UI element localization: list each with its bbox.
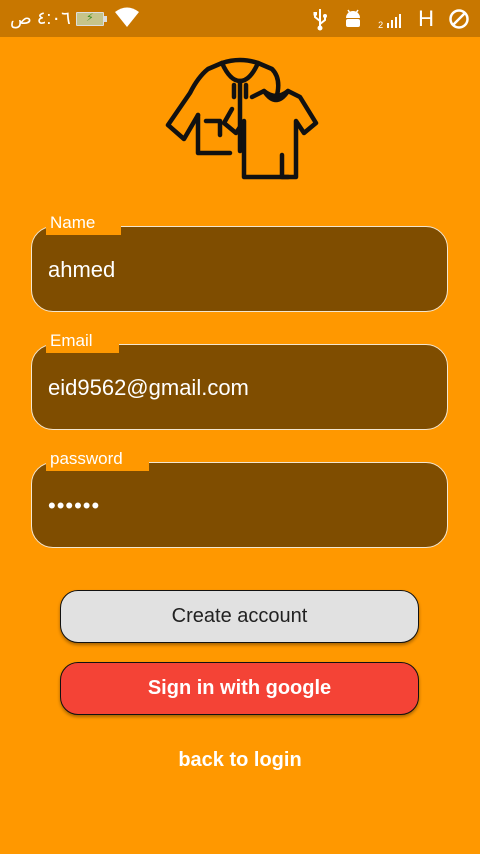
status-bar: ٤:٠٦ ص ⚡ 2 H bbox=[0, 0, 480, 37]
email-field[interactable]: Email eid9562@gmail.com bbox=[31, 331, 448, 430]
password-field-label: password bbox=[46, 449, 149, 471]
password-input[interactable]: •••••• bbox=[48, 493, 100, 519]
name-field-label: Name bbox=[46, 213, 122, 235]
clothes-logo-icon bbox=[165, 57, 319, 180]
email-input[interactable]: eid9562@gmail.com bbox=[48, 375, 249, 401]
usb-icon bbox=[313, 9, 328, 31]
password-field[interactable]: password •••••• bbox=[31, 449, 448, 548]
status-icons-right: 2 H bbox=[312, 5, 470, 33]
network-type: H bbox=[418, 6, 434, 31]
wifi-icon bbox=[115, 7, 139, 27]
create-account-button[interactable]: Create account bbox=[60, 590, 419, 643]
battery-icon: ⚡ bbox=[76, 12, 107, 26]
do-not-disturb-icon bbox=[449, 9, 469, 29]
back-to-login-link[interactable]: back to login bbox=[0, 749, 480, 772]
email-field-label: Email bbox=[46, 331, 119, 353]
name-field[interactable]: Name ahmed bbox=[31, 213, 448, 312]
signal-icon: 2 bbox=[378, 8, 404, 30]
status-time: ٤:٠٦ ص bbox=[10, 8, 71, 28]
google-sign-in-button[interactable]: Sign in with google bbox=[60, 662, 419, 715]
name-input[interactable]: ahmed bbox=[48, 257, 115, 283]
android-debug-icon bbox=[346, 9, 361, 27]
